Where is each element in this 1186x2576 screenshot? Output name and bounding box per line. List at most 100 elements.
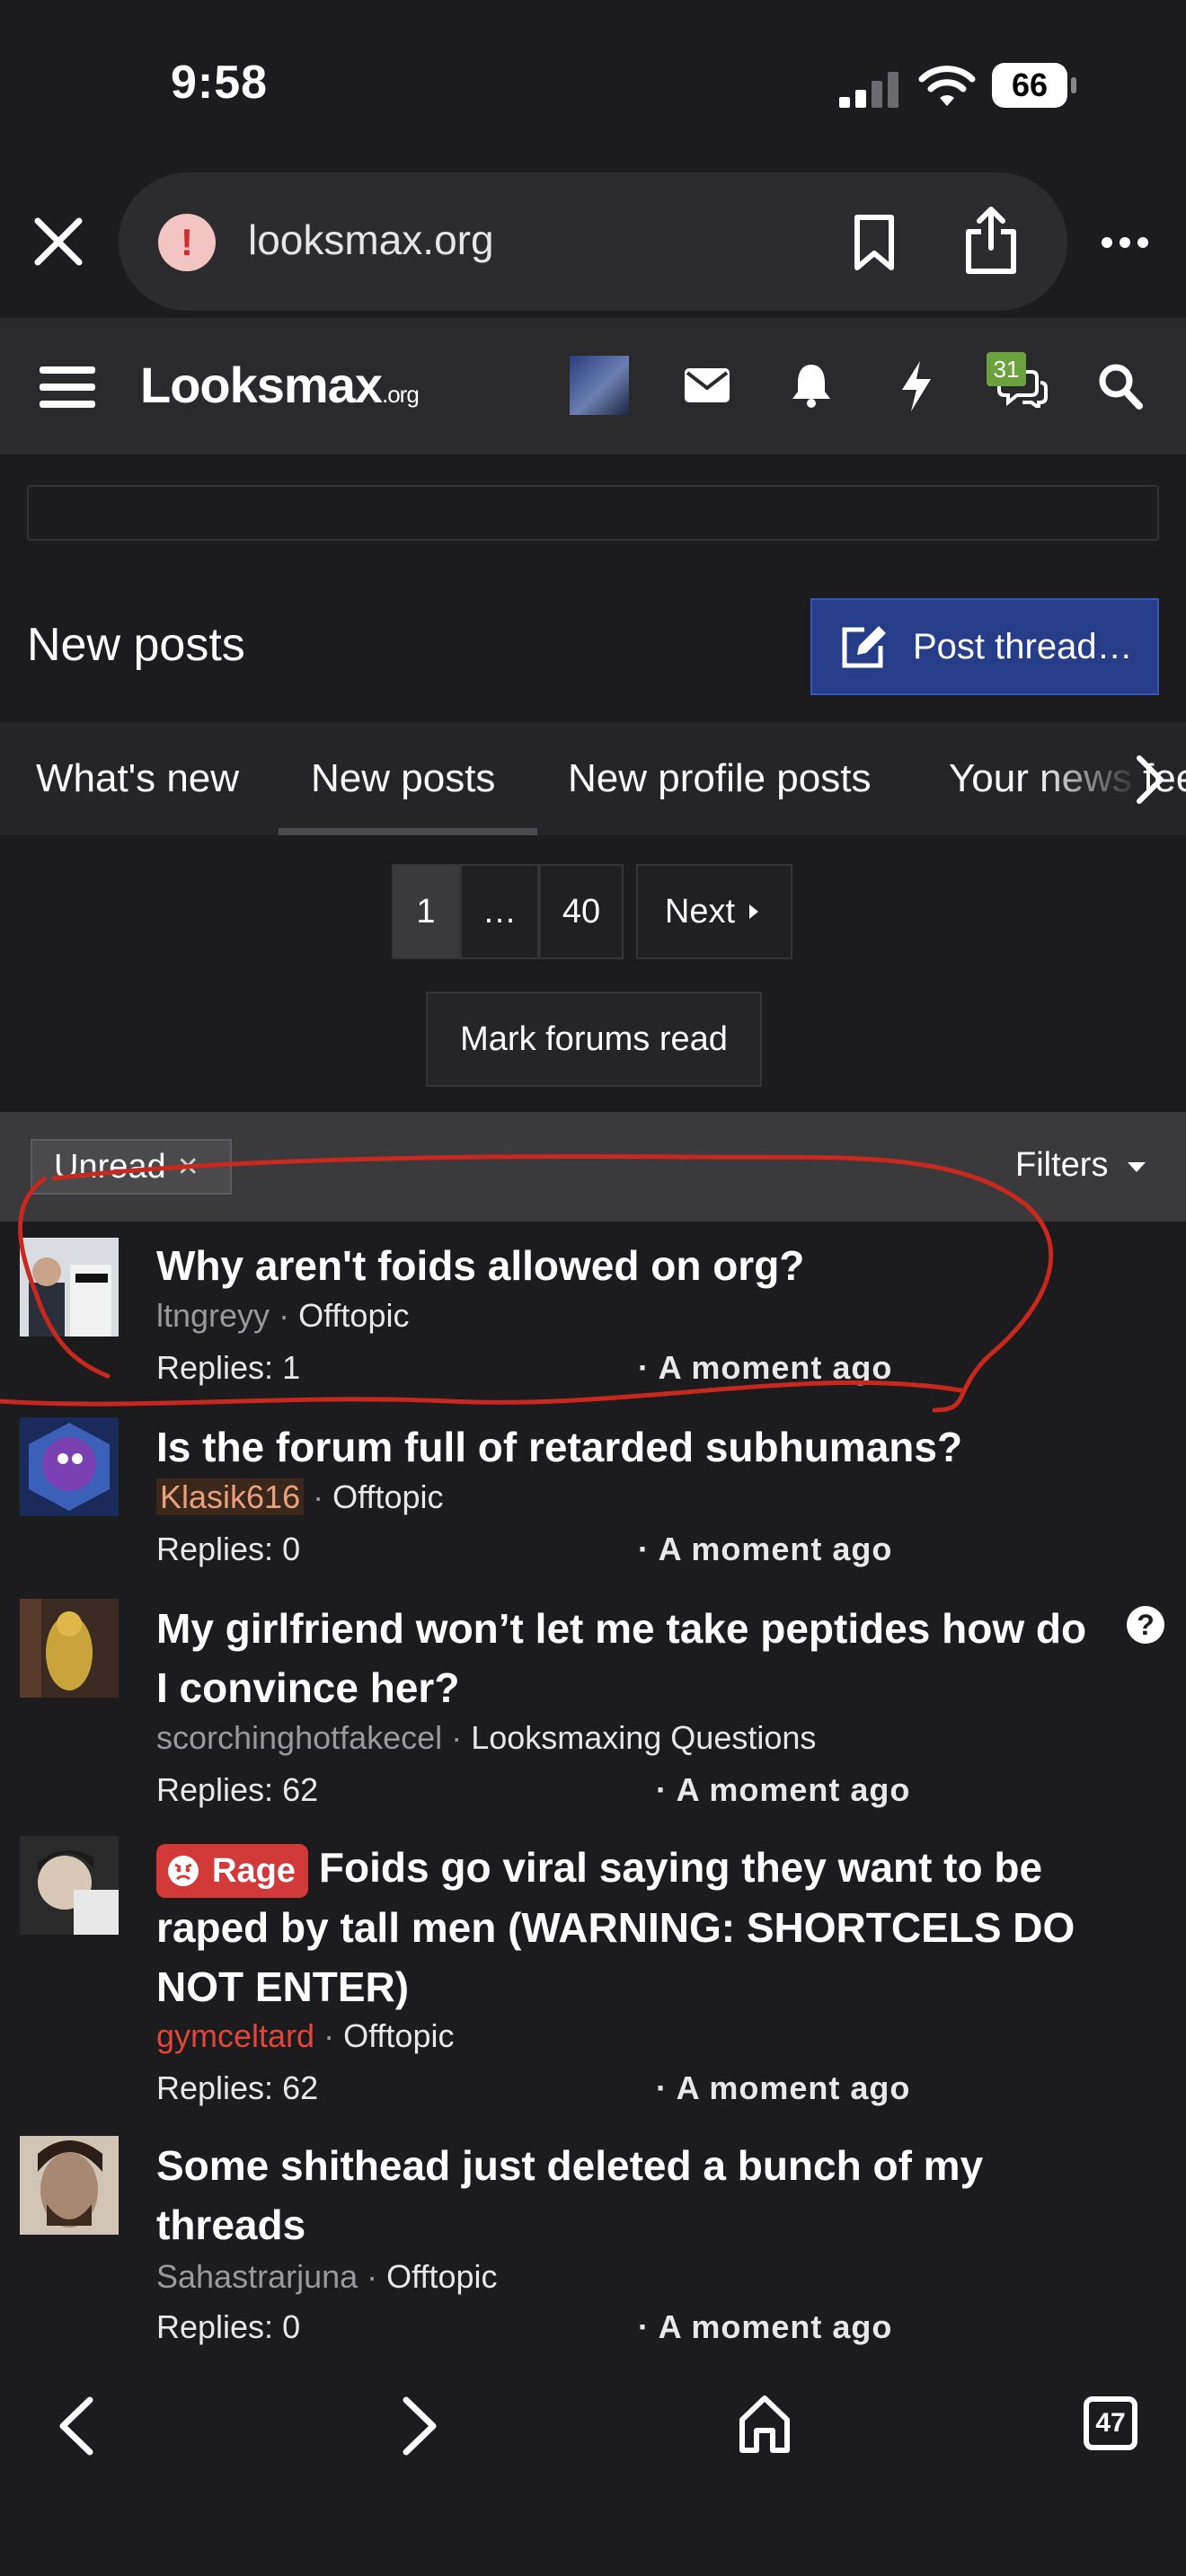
next-label: Next [664, 892, 736, 931]
thread-forum[interactable]: Looksmaxing Questions [471, 1719, 816, 1756]
thread-item[interactable]: Why aren't foids allowed on org? ltngrey… [0, 1231, 1186, 1410]
menu-icon[interactable] [40, 365, 95, 410]
thread-author-avatar[interactable] [20, 1836, 119, 1935]
thread-title[interactable]: My girlfriend won’t let me take peptides… [156, 1599, 1109, 1717]
bookmark-icon[interactable] [852, 214, 897, 271]
thread-author[interactable]: gymceltard [156, 2017, 314, 2054]
page-1-button[interactable]: 1 [392, 864, 460, 959]
thread-time[interactable]: · A moment ago [638, 2308, 892, 2346]
thread-meta: ltngreyy · Offtopic [156, 1297, 409, 1335]
share-icon[interactable] [963, 205, 1019, 275]
edit-icon [842, 626, 886, 668]
thread-time[interactable]: · A moment ago [656, 2069, 910, 2107]
thread-item[interactable]: Rage Foids go viral saying they want to b… [0, 1832, 1186, 2132]
thread-author[interactable]: Klasik616 [156, 1478, 305, 1515]
page-ellipsis[interactable]: … [460, 864, 539, 959]
thread-forum[interactable]: Offtopic [298, 1297, 409, 1334]
angry-face-icon [168, 1855, 199, 1886]
post-thread-button[interactable]: Post thread… [810, 598, 1159, 695]
browser-bottom-bar [0, 2364, 1186, 2576]
mark-forums-read-button[interactable]: Mark forums read [426, 992, 762, 1087]
thread-replies: Replies: 62 [156, 2069, 319, 2106]
thread-title[interactable]: Some shithead just deleted a bunch of my… [156, 2136, 1109, 2254]
thread-author[interactable]: scorchinghotfakecel [156, 1719, 442, 1756]
thread-forum[interactable]: Offtopic [343, 2017, 454, 2054]
tab-fade [1033, 722, 1141, 835]
caret-right-icon [749, 904, 759, 919]
thread-time[interactable]: · A moment ago [656, 1771, 910, 1809]
thread-title[interactable]: Why aren't foids allowed on org? [156, 1236, 1109, 1295]
tab-new-profile-posts[interactable]: New profile posts [568, 756, 871, 801]
close-icon[interactable] [31, 214, 86, 269]
back-icon[interactable] [56, 2395, 95, 2457]
remove-filter-icon[interactable]: ✕ [177, 1151, 199, 1183]
site-logo[interactable]: Looksmax.org [140, 356, 420, 414]
thread-replies: Replies: 1 [156, 1349, 301, 1386]
thread-forum[interactable]: Offtopic [332, 1478, 443, 1515]
thread-author-avatar[interactable] [20, 2136, 119, 2235]
meta-separator: · [270, 1297, 299, 1334]
meta-separator: · [304, 1478, 333, 1515]
thread-author[interactable]: Sahastrarjuna [156, 2258, 358, 2295]
cellular-signal-icon [839, 72, 898, 108]
search-icon[interactable] [1098, 363, 1143, 410]
thread-author-avatar[interactable] [20, 1238, 119, 1337]
more-options-icon[interactable] [1100, 235, 1150, 250]
rage-label: Rage [212, 1851, 296, 1890]
thread-item[interactable]: My girlfriend won’t let me take peptides… [0, 1593, 1186, 1832]
thread-author[interactable]: ltngreyy [156, 1297, 270, 1334]
logo-suffix: .org [382, 381, 420, 408]
url-text[interactable]: looksmax.org [248, 216, 494, 264]
thread-title[interactable]: Rage Foids go viral saying they want to b… [156, 1838, 1109, 2016]
thread-meta: Klasik616 · Offtopic [156, 1478, 444, 1516]
bolt-icon[interactable] [898, 361, 934, 411]
thread-title[interactable]: Is the forum full of retarded subhumans? [156, 1417, 1109, 1477]
user-avatar[interactable] [570, 356, 629, 415]
thread-item[interactable]: Is the forum full of retarded subhumans?… [0, 1412, 1186, 1592]
forward-icon[interactable] [401, 2395, 440, 2457]
help-icon[interactable]: ? [1127, 1606, 1164, 1644]
logo-text: Looksmax [140, 357, 383, 413]
unread-chip-label: Unread [54, 1147, 166, 1186]
notice-placeholder [27, 485, 1159, 541]
tab-new-posts[interactable]: New posts [311, 756, 495, 801]
battery-level: 66 [992, 63, 1067, 108]
meta-separator: · [358, 2258, 387, 2295]
page-title: New posts [27, 619, 245, 671]
tabs-count-button[interactable]: 47 [1084, 2396, 1137, 2450]
bell-icon[interactable] [791, 363, 832, 408]
thread-forum[interactable]: Offtopic [386, 2258, 497, 2295]
active-tab-indicator [279, 828, 537, 835]
thread-replies: Replies: 0 [156, 1531, 301, 1567]
caret-down-icon [1128, 1162, 1146, 1172]
filters-label: Filters [1015, 1146, 1109, 1184]
meta-separator: · [442, 1719, 472, 1756]
status-time: 9:58 [171, 57, 269, 109]
page-40-button[interactable]: 40 [539, 864, 624, 959]
thread-time[interactable]: · A moment ago [638, 1349, 892, 1387]
thread-author-avatar[interactable] [20, 1417, 119, 1516]
wifi-icon [918, 66, 976, 106]
thread-replies: Replies: 0 [156, 2308, 301, 2345]
thread-time[interactable]: · A moment ago [638, 1531, 892, 1568]
tab-bar: What's new New posts New profile posts Y… [0, 722, 1186, 835]
thread-meta: gymceltard · Offtopic [156, 2017, 454, 2055]
tab-whats-new[interactable]: What's new [36, 756, 239, 801]
mail-icon[interactable] [685, 368, 730, 402]
home-icon[interactable] [737, 2393, 792, 2456]
unread-filter-chip[interactable]: Unread ✕ [31, 1139, 232, 1195]
rage-prefix-badge[interactable]: Rage [156, 1843, 308, 1898]
thread-replies: Replies: 62 [156, 1771, 319, 1808]
meta-separator: · [314, 2017, 344, 2054]
not-secure-icon[interactable] [158, 214, 216, 271]
post-thread-label: Post thread… [913, 626, 1133, 666]
thread-meta: scorchinghotfakecel · Looksmaxing Questi… [156, 1719, 816, 1757]
chevron-right-icon[interactable] [1134, 754, 1166, 805]
filters-dropdown[interactable]: Filters [1015, 1146, 1148, 1185]
thread-author-avatar[interactable] [20, 1599, 119, 1698]
unread-badge: 31 [987, 352, 1026, 386]
battery-indicator: 66 [992, 63, 1078, 108]
next-page-button[interactable]: Next [636, 864, 792, 959]
thread-meta: Sahastrarjuna · Offtopic [156, 2258, 498, 2296]
thread-item[interactable]: Some shithead just deleted a bunch of my… [0, 2132, 1186, 2366]
